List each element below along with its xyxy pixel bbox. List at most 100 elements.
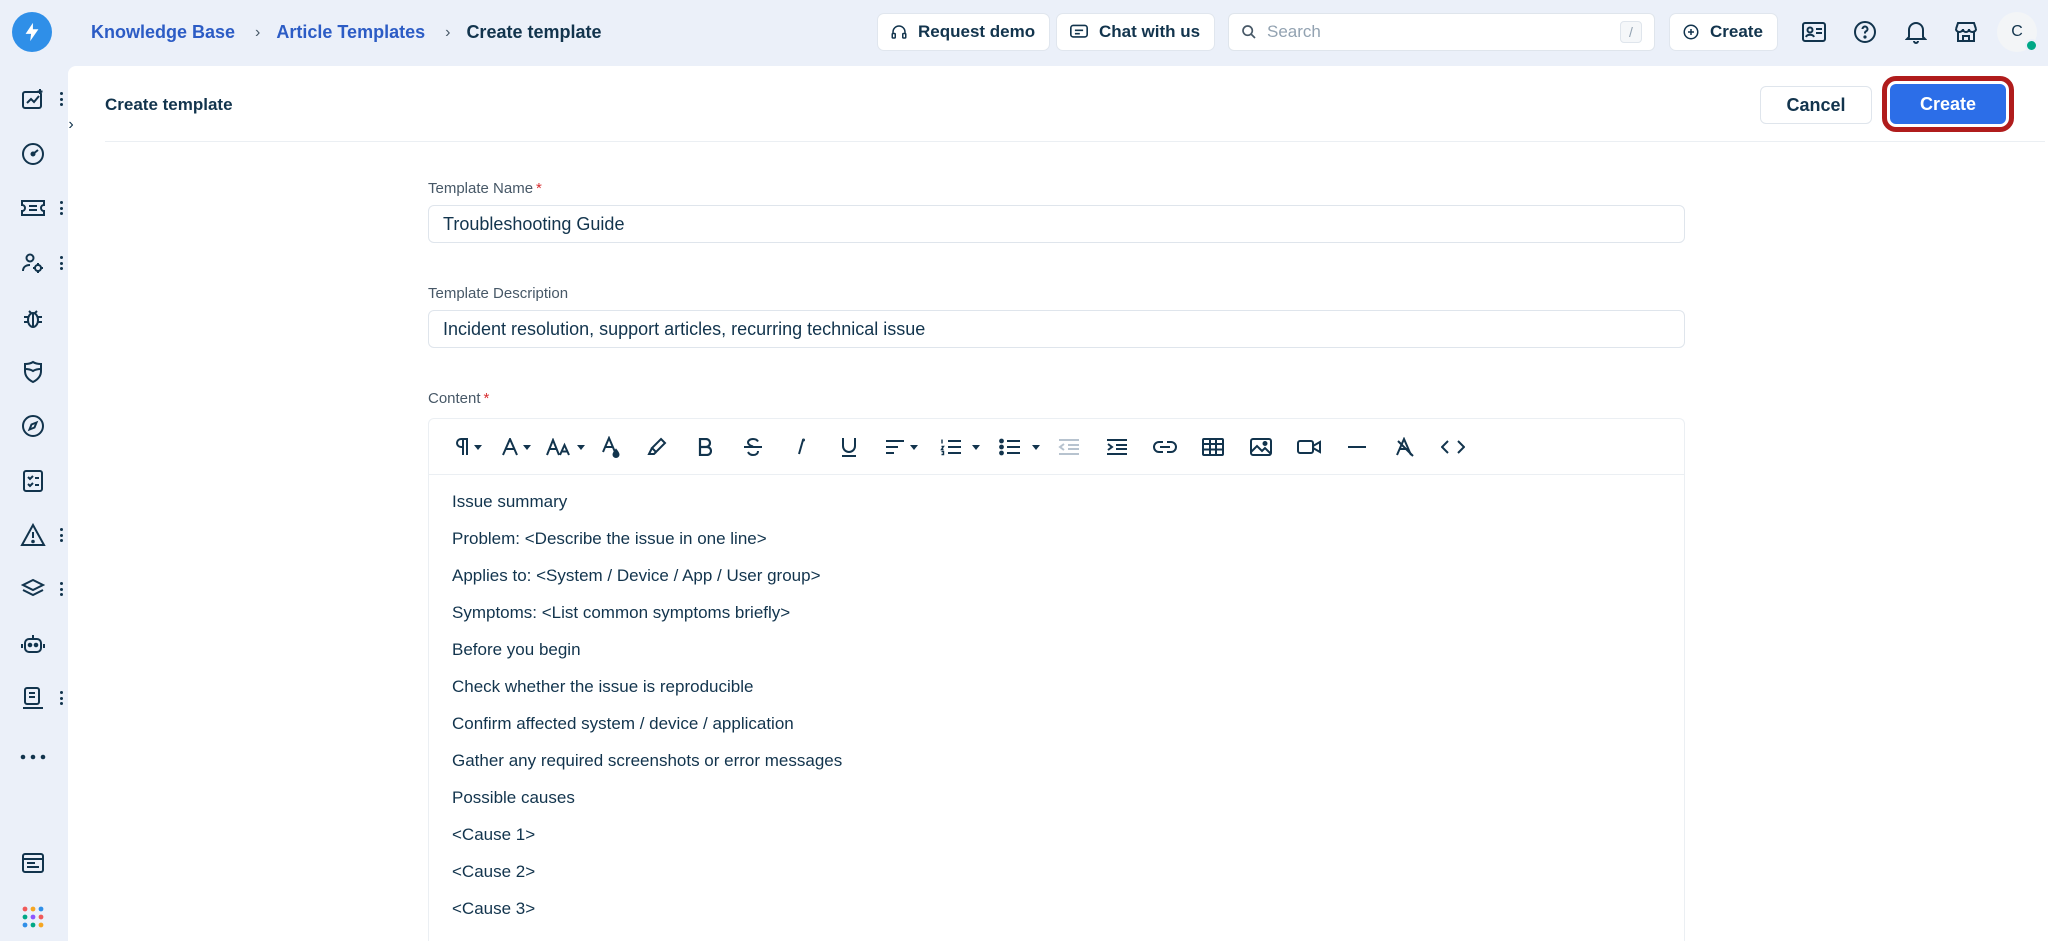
tickets-more-icon[interactable] [57,198,65,218]
content-label-text: Content [428,390,481,407]
more-apps-icon[interactable] [20,744,46,770]
notification-bell-icon[interactable] [1902,18,1930,46]
chevron-right-icon: › [255,23,261,41]
dashboard-gauge-icon[interactable] [20,141,46,167]
bullet-list-icon[interactable] [995,431,1025,463]
search-input[interactable]: Search / [1228,13,1655,51]
editor-line: Problem: <Describe the issue in one line… [452,529,767,548]
chat-with-us-button[interactable]: Chat with us [1057,14,1215,50]
create-new-label: Create [1710,22,1763,41]
shield-icon[interactable] [20,359,46,385]
app-launcher-icon[interactable] [20,904,46,930]
page-title: Create template [105,95,233,114]
page-header: Create template Cancel Create [105,66,2045,142]
editor-line: Confirm affected system / device / appli… [452,714,794,733]
search-icon [1242,25,1256,39]
online-status-dot [2025,39,2038,52]
align-icon[interactable] [881,431,921,463]
template-name-input[interactable]: Troubleshooting Guide [428,205,1685,243]
editor-line: Applies to: <System / Device / App / Use… [452,566,821,585]
editor-line: <Cause 1> [452,825,536,844]
bold-icon[interactable] [691,431,719,463]
analytics-more-icon[interactable] [57,89,65,109]
outdent-icon[interactable] [1055,431,1083,463]
editor-line: Issue summary [452,492,568,511]
request-demo-label: Request demo [918,22,1036,41]
help-icon[interactable] [1851,18,1879,46]
headset-icon [891,25,907,39]
editor-line: Gather any required screenshots or error… [452,751,843,770]
compass-icon[interactable] [20,413,46,439]
link-icon[interactable] [1151,431,1179,463]
template-description-label: Template Description [428,285,569,302]
bot-icon[interactable] [20,631,46,657]
cancel-button[interactable]: Cancel [1760,86,1872,124]
breadcrumb-current: Create template [466,22,602,42]
required-marker: * [483,390,490,407]
table-icon[interactable] [1199,431,1227,463]
sidebar [0,64,68,941]
text-color-icon[interactable] [597,431,625,463]
content-label: Content * [428,390,489,407]
app-logo-icon[interactable] [12,12,52,52]
video-icon[interactable] [1295,431,1323,463]
chat-icon [1070,24,1088,38]
editor-toolbar [429,419,1684,475]
font-family-icon[interactable] [499,431,533,463]
editor-line: Check whether the issue is reproducible [452,677,754,696]
knowledge-base-more-icon[interactable] [57,688,65,708]
paragraph-format-icon[interactable] [451,431,485,463]
horizontal-rule-icon[interactable] [1343,431,1371,463]
template-description-input[interactable]: Incident resolution, support articles, r… [428,310,1685,348]
analytics-icon[interactable] [20,86,46,112]
main-panel: Create template Cancel Create Template N… [68,66,2048,941]
editor-line: Symptoms: <List common symptoms briefly> [452,603,791,622]
marketplace-store-icon[interactable] [1952,18,1980,46]
template-name-label-text: Template Name [428,180,534,197]
create-new-button[interactable]: Create [1670,14,1777,50]
code-view-icon[interactable] [1439,431,1467,463]
contacts-settings-icon[interactable] [20,250,46,276]
layers-icon[interactable] [20,576,46,602]
highlight-marker-icon[interactable] [643,431,671,463]
editor-line: Before you begin [452,640,581,659]
sidebar-expand-chevron-icon[interactable]: › [60,114,82,136]
contacts-more-icon[interactable] [57,253,65,273]
tickets-icon[interactable] [20,195,46,221]
editor-line: Possible causes [452,788,575,807]
editor-line: <Cause 3> [452,899,536,918]
italic-icon[interactable] [787,431,815,463]
editor-line: <Cause 2> [452,862,536,881]
checklist-icon[interactable] [20,468,46,494]
editor-content[interactable]: Issue summary Problem: <Describe the iss… [452,489,842,933]
layers-more-icon[interactable] [57,579,65,599]
breadcrumb-article-templates[interactable]: Article Templates [276,22,425,43]
strikethrough-icon[interactable] [739,431,767,463]
create-button[interactable]: Create [1890,84,2006,124]
admin-panel-icon[interactable] [20,850,46,876]
breadcrumb: Knowledge Base › Article Templates › Cre… [91,22,602,43]
clear-formatting-icon[interactable] [1391,431,1419,463]
template-name-label: Template Name * [428,180,542,197]
search-shortcut-key: / [1620,21,1642,43]
font-size-icon[interactable] [545,431,585,463]
indent-icon[interactable] [1103,431,1131,463]
image-icon[interactable] [1247,431,1275,463]
warning-icon[interactable] [20,522,46,548]
request-demo-button[interactable]: Request demo [878,14,1050,50]
underline-icon[interactable] [835,431,863,463]
chat-with-us-label: Chat with us [1099,22,1201,41]
rich-text-editor: Issue summary Problem: <Describe the iss… [428,418,1685,941]
bullet-list-dropdown-icon[interactable] [1029,431,1043,463]
knowledge-base-icon[interactable] [20,685,46,711]
warning-more-icon[interactable] [57,525,65,545]
contacts-icon[interactable] [1800,18,1828,46]
search-placeholder: Search [1267,22,1321,41]
ordered-list-dropdown-icon[interactable] [969,431,983,463]
bug-icon[interactable] [20,305,46,331]
plus-circle-icon [1683,24,1699,40]
required-marker: * [536,180,542,197]
breadcrumb-knowledge-base[interactable]: Knowledge Base [91,22,235,43]
ordered-list-icon[interactable] [933,431,969,463]
top-bar: Knowledge Base › Article Templates › Cre… [0,0,2048,64]
